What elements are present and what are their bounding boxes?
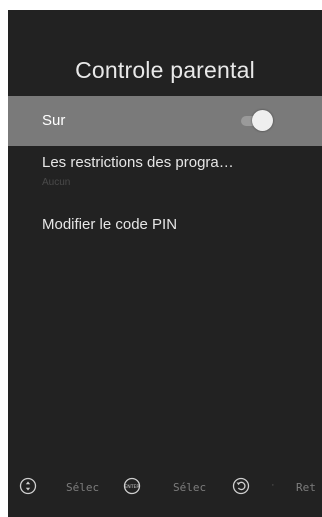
menu-item-subtitle: Aucun xyxy=(42,177,71,188)
toggle-switch[interactable] xyxy=(235,110,273,132)
navigate-icon xyxy=(19,477,37,495)
footer-hints: Sélec ENTER Sélec · Ret xyxy=(8,475,322,499)
menu-item-label: Les restrictions des progra… xyxy=(42,154,234,171)
hint-label: Sélec xyxy=(66,481,100,494)
page-title: Controle parental xyxy=(75,57,255,83)
hint-label: Ret xyxy=(296,481,316,494)
menu-item-restrictions[interactable]: Les restrictions des progra… Aucun xyxy=(8,154,322,194)
toggle-knob xyxy=(252,110,273,131)
enter-icon: ENTER xyxy=(123,477,141,495)
menu-item-sur[interactable]: Sur xyxy=(8,96,322,146)
menu-item-label: Sur xyxy=(42,112,66,129)
parental-control-panel: Controle parental Sur Les restrictions d… xyxy=(8,10,322,517)
menu-item-label: Modifier le code PIN xyxy=(42,216,178,233)
menu-item-change-pin[interactable]: Modifier le code PIN xyxy=(8,216,322,242)
hint-label: Sélec xyxy=(173,481,207,494)
separator-dot: · xyxy=(271,479,275,491)
back-icon xyxy=(232,477,250,495)
enter-icon-text: ENTER xyxy=(124,484,140,490)
